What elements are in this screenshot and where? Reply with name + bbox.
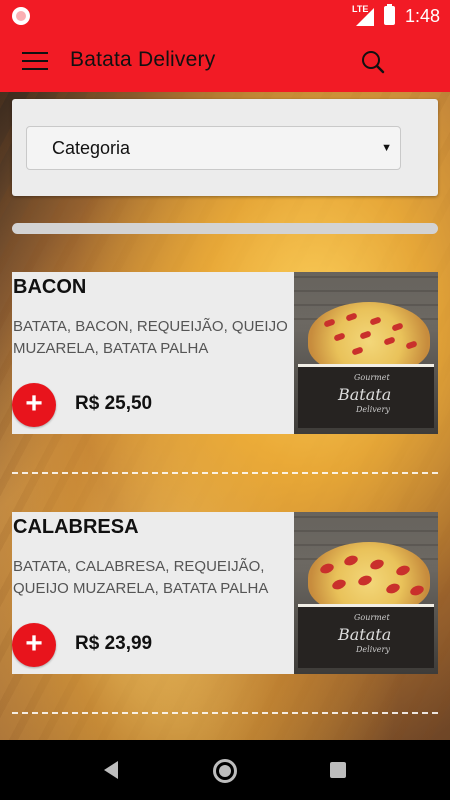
product-price: R$ 25,50 xyxy=(75,393,153,414)
chevron-down-icon: ▼ xyxy=(381,142,392,154)
app-bar: Batata Delivery xyxy=(0,32,450,92)
product-name: CALABRESA xyxy=(13,516,139,538)
home-icon[interactable] xyxy=(213,759,237,783)
notification-icon xyxy=(12,7,30,25)
product-price: R$ 23,99 xyxy=(75,633,153,654)
filter-card: Categoria ▼ xyxy=(12,99,438,196)
battery-icon xyxy=(384,4,395,25)
back-icon[interactable] xyxy=(104,761,118,779)
recents-icon[interactable] xyxy=(330,762,346,778)
category-select-label: Categoria xyxy=(52,138,131,158)
category-select[interactable]: Categoria ▼ xyxy=(26,126,401,170)
image-logo: Batata xyxy=(338,625,392,644)
product-card[interactable]: BACON BATATA, BACON, REQUEIJÃO, QUEIJO M… xyxy=(12,272,438,434)
product-description: BATATA, BACON, REQUEIJÃO, QUEIJO MUZAREL… xyxy=(13,318,288,357)
product-info: CALABRESA BATATA, CALABRESA, REQUEIJÃO, … xyxy=(12,512,294,674)
divider xyxy=(12,712,438,714)
search-icon[interactable] xyxy=(360,49,386,75)
product-info: BACON BATATA, BACON, REQUEIJÃO, QUEIJO M… xyxy=(12,272,294,434)
image-logo-bottom: Delivery xyxy=(356,645,390,654)
divider xyxy=(12,472,438,474)
product-name: BACON xyxy=(13,276,87,298)
status-bar: LTE 1:48 xyxy=(0,0,450,32)
product-card[interactable]: CALABRESA BATATA, CALABRESA, REQUEIJÃO, … xyxy=(12,512,438,674)
image-logo: Batata xyxy=(338,385,392,404)
product-image[interactable]: Gourmet Batata Delivery xyxy=(294,272,438,434)
add-to-cart-button[interactable]: + xyxy=(12,623,56,667)
image-logo-bottom: Delivery xyxy=(356,405,390,414)
menu-icon[interactable] xyxy=(22,52,48,72)
loading-progress-bar xyxy=(12,223,438,234)
product-list[interactable]: Categoria ▼ BACON BATATA, BACON, REQUEIJ… xyxy=(0,92,450,740)
app-title: Batata Delivery xyxy=(70,48,216,71)
add-to-cart-button[interactable]: + xyxy=(12,383,56,427)
image-logo-top: Gourmet xyxy=(354,373,390,382)
image-logo-top: Gourmet xyxy=(354,613,390,622)
product-description: BATATA, CALABRESA, REQUEIJÃO, QUEIJO MUZ… xyxy=(13,558,269,597)
status-time: 1:48 xyxy=(405,6,441,26)
signal-icon xyxy=(356,8,374,26)
product-image[interactable]: Gourmet Batata Delivery xyxy=(294,512,438,674)
navigation-bar xyxy=(0,740,450,800)
